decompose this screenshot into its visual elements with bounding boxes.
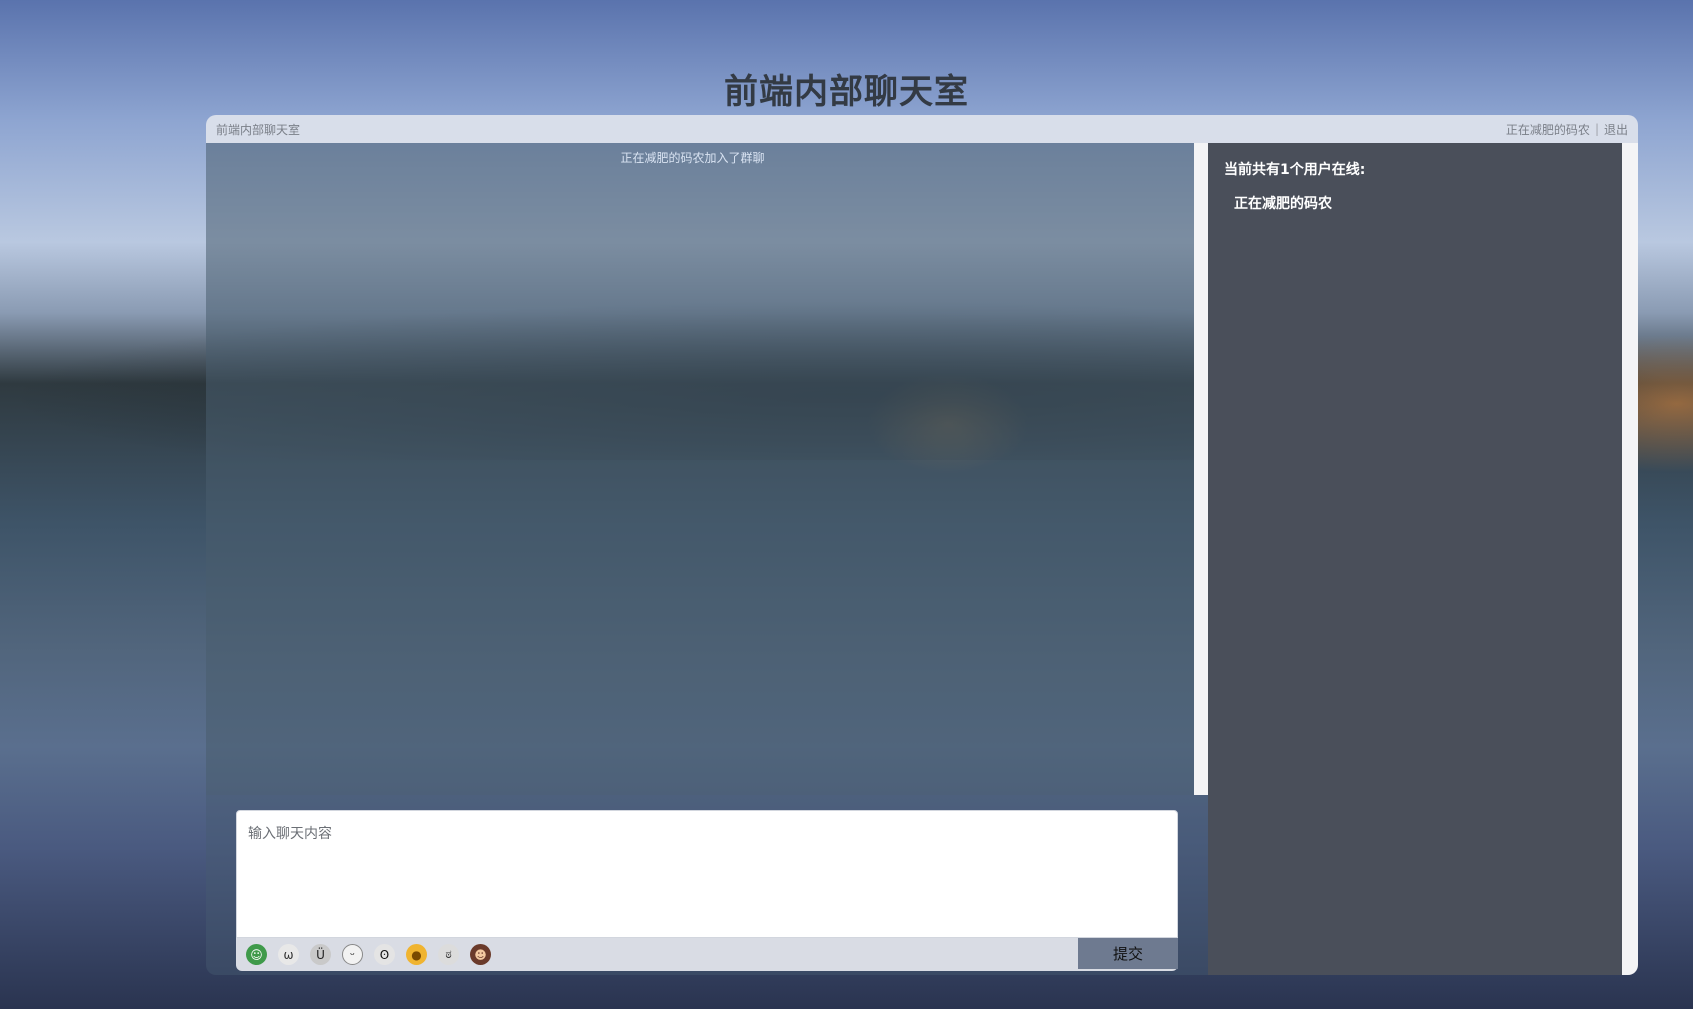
window-titlebar: 前端内部聊天室 正在减肥的码农 | 退出 <box>206 115 1638 143</box>
user-info: 正在减肥的码农 | 退出 <box>1506 121 1628 138</box>
page-title: 前端内部聊天室 <box>724 72 969 112</box>
emoji-7-icon[interactable]: ಠ <box>438 944 459 965</box>
emoji-2-icon[interactable]: ω <box>278 944 299 965</box>
message-input[interactable] <box>237 811 1177 937</box>
message-input-box <box>236 810 1178 938</box>
divider: | <box>1594 122 1599 136</box>
message-scrollbar[interactable] <box>1194 143 1208 795</box>
submit-button[interactable]: 提交 <box>1078 938 1178 969</box>
emoji-3-icon[interactable]: Ü <box>310 944 331 965</box>
composer-area: ☺ ω Ü ᵕ ʘ ● ಠ ☻ 提交 <box>206 795 1208 975</box>
logout-link[interactable]: 退出 <box>1604 121 1628 138</box>
window-title: 前端内部聊天室 <box>216 122 301 137</box>
online-count: 当前共有1个用户在线: <box>1224 162 1366 178</box>
system-message: 正在减肥的码农加入了群聊 <box>620 151 765 165</box>
message-list[interactable]: 正在减肥的码农加入了群聊 <box>206 143 1194 795</box>
online-users-panel: 当前共有1个用户在线: 正在减肥的码农 <box>1208 143 1622 975</box>
emoji-toolbar: ☺ ω Ü ᵕ ʘ ● ಠ ☻ 提交 <box>236 938 1178 971</box>
chat-window: 前端内部聊天室 正在减肥的码农 | 退出 正在减肥的码农加入了群聊 ☺ ω Ü … <box>206 115 1638 975</box>
emoji-8-icon[interactable]: ☻ <box>470 944 491 965</box>
current-user-name: 正在减肥的码农 <box>1505 122 1590 137</box>
user-list-item[interactable]: 正在减肥的码农 <box>1234 193 1606 213</box>
emoji-1-icon[interactable]: ☺ <box>246 944 267 965</box>
panel-scrollbar[interactable] <box>1622 143 1638 975</box>
emoji-5-icon[interactable]: ʘ <box>374 944 395 965</box>
emoji-6-icon[interactable]: ● <box>406 944 427 965</box>
emoji-4-icon[interactable]: ᵕ <box>342 944 363 965</box>
